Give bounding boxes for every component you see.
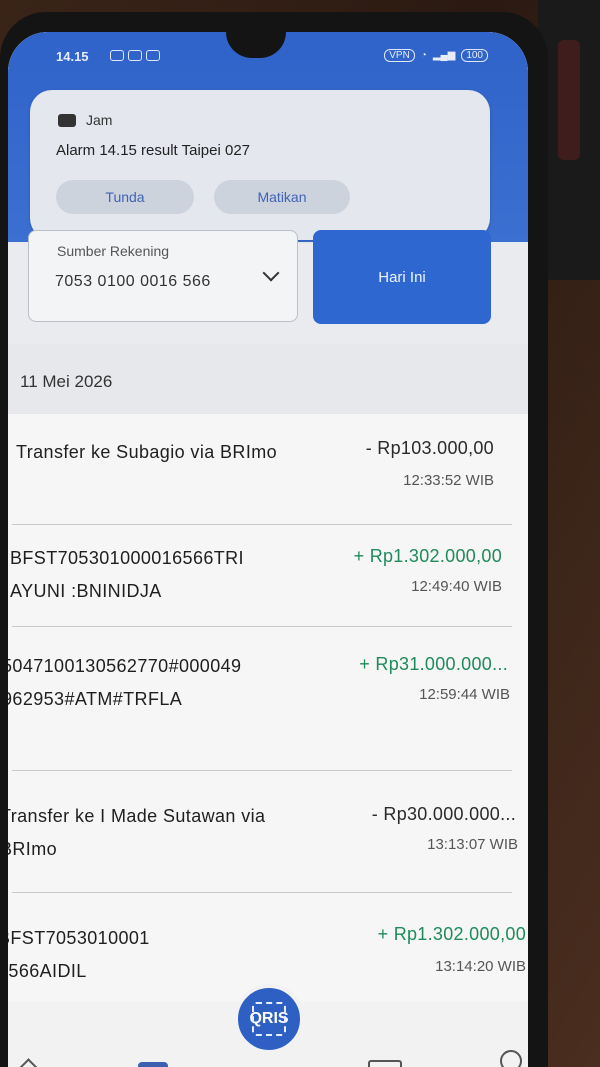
signal-icon: ▂▄▆ (432, 50, 456, 61)
row-divider (12, 770, 512, 771)
chevron-down-icon (262, 264, 280, 282)
transaction-row[interactable]: 5047100130562770#000049962953#ATM#TRFLA … (8, 650, 528, 780)
date-header: 11 Mei 2026 (8, 344, 528, 414)
row-divider (12, 524, 512, 525)
row-divider (12, 892, 512, 893)
transaction-description: Transfer ke I Made Sutawan via BRImo (8, 806, 266, 859)
status-icons-left (110, 50, 160, 61)
phone-screen: 14.15 VPN ◔ ▂▄▆ 100 Jam Alarm 14.15 resu… (8, 32, 528, 1067)
account-label: Sumber Rekening (57, 243, 170, 259)
row-divider (12, 626, 512, 627)
battery-indicator: 100 (461, 49, 488, 62)
transaction-time: 12:49:40 WIB (411, 578, 502, 595)
alarm-notification[interactable]: Jam Alarm 14.15 result Taipei 027 Tunda … (30, 90, 490, 240)
transaction-row[interactable]: BFST705301000016566TRI AYUNI :BNINIDJA +… (8, 542, 528, 638)
clock-app-icon (58, 113, 76, 127)
transaction-row[interactable]: Transfer ke I Made Sutawan via BRImo - R… (8, 800, 528, 900)
today-filter-button[interactable]: Hari Ini (313, 230, 491, 324)
status-time: 14.15 (56, 49, 89, 64)
date-label: 11 Mei 2026 (20, 372, 113, 391)
wifi-icon: ◔ (420, 50, 427, 61)
profile-icon[interactable] (500, 1050, 522, 1067)
status-icons-right: VPN ◔ ▂▄▆ 100 (384, 49, 488, 62)
transaction-description: BFST70530100016566AIDIL (8, 928, 150, 981)
status-bar: 14.15 VPN ◔ ▂▄▆ 100 (8, 32, 528, 68)
nfc-icon (128, 50, 142, 61)
transaction-time: 12:33:52 WIB (403, 472, 494, 489)
transaction-description: 5047100130562770#000049962953#ATM#TRFLA (8, 656, 242, 709)
transaction-row[interactable]: Transfer ke Subagio via BRImo - Rp103.00… (8, 436, 528, 526)
notification-app-name: Jam (86, 112, 113, 128)
qris-button[interactable]: QRIS (234, 984, 304, 1054)
transaction-time: 12:59:44 WIB (419, 686, 510, 703)
transaction-amount: + Rp31.000.000... (359, 654, 508, 674)
transaction-amount: + Rp1.302.000,00 (377, 924, 526, 944)
notification-app-row: Jam (58, 112, 112, 128)
phone-frame: 14.15 VPN ◔ ▂▄▆ 100 Jam Alarm 14.15 resu… (0, 12, 548, 1067)
transaction-description: Transfer ke Subagio via BRImo (16, 442, 278, 462)
mail-icon[interactable] (368, 1060, 402, 1067)
account-selector[interactable]: Sumber Rekening 7053 0100 0016 566 (28, 230, 298, 322)
vpn-icon: VPN (384, 49, 415, 62)
transaction-amount: + Rp1.302.000,00 (353, 546, 502, 566)
notification-title: Alarm 14.15 result Taipei 027 (56, 142, 251, 159)
transaction-description: BFST705301000016566TRI AYUNI :BNINIDJA (10, 548, 244, 601)
transaction-amount: - Rp30.000.000... (371, 804, 516, 824)
message-icon (110, 50, 124, 61)
snooze-button[interactable]: Tunda (56, 180, 194, 214)
transaction-time: 13:14:20 WIB (435, 958, 526, 975)
transaction-list[interactable]: Transfer ke Subagio via BRImo - Rp103.00… (8, 414, 528, 1004)
dismiss-button[interactable]: Matikan (214, 180, 350, 214)
transaction-amount: - Rp103.000,00 (365, 438, 494, 458)
mutation-icon[interactable] (138, 1062, 168, 1067)
transaction-time: 13:13:07 WIB (427, 836, 518, 853)
camera-notch (226, 32, 286, 58)
home-icon[interactable] (8, 1058, 57, 1067)
sync-icon (146, 50, 160, 61)
account-number: 7053 0100 0016 566 (55, 273, 211, 290)
